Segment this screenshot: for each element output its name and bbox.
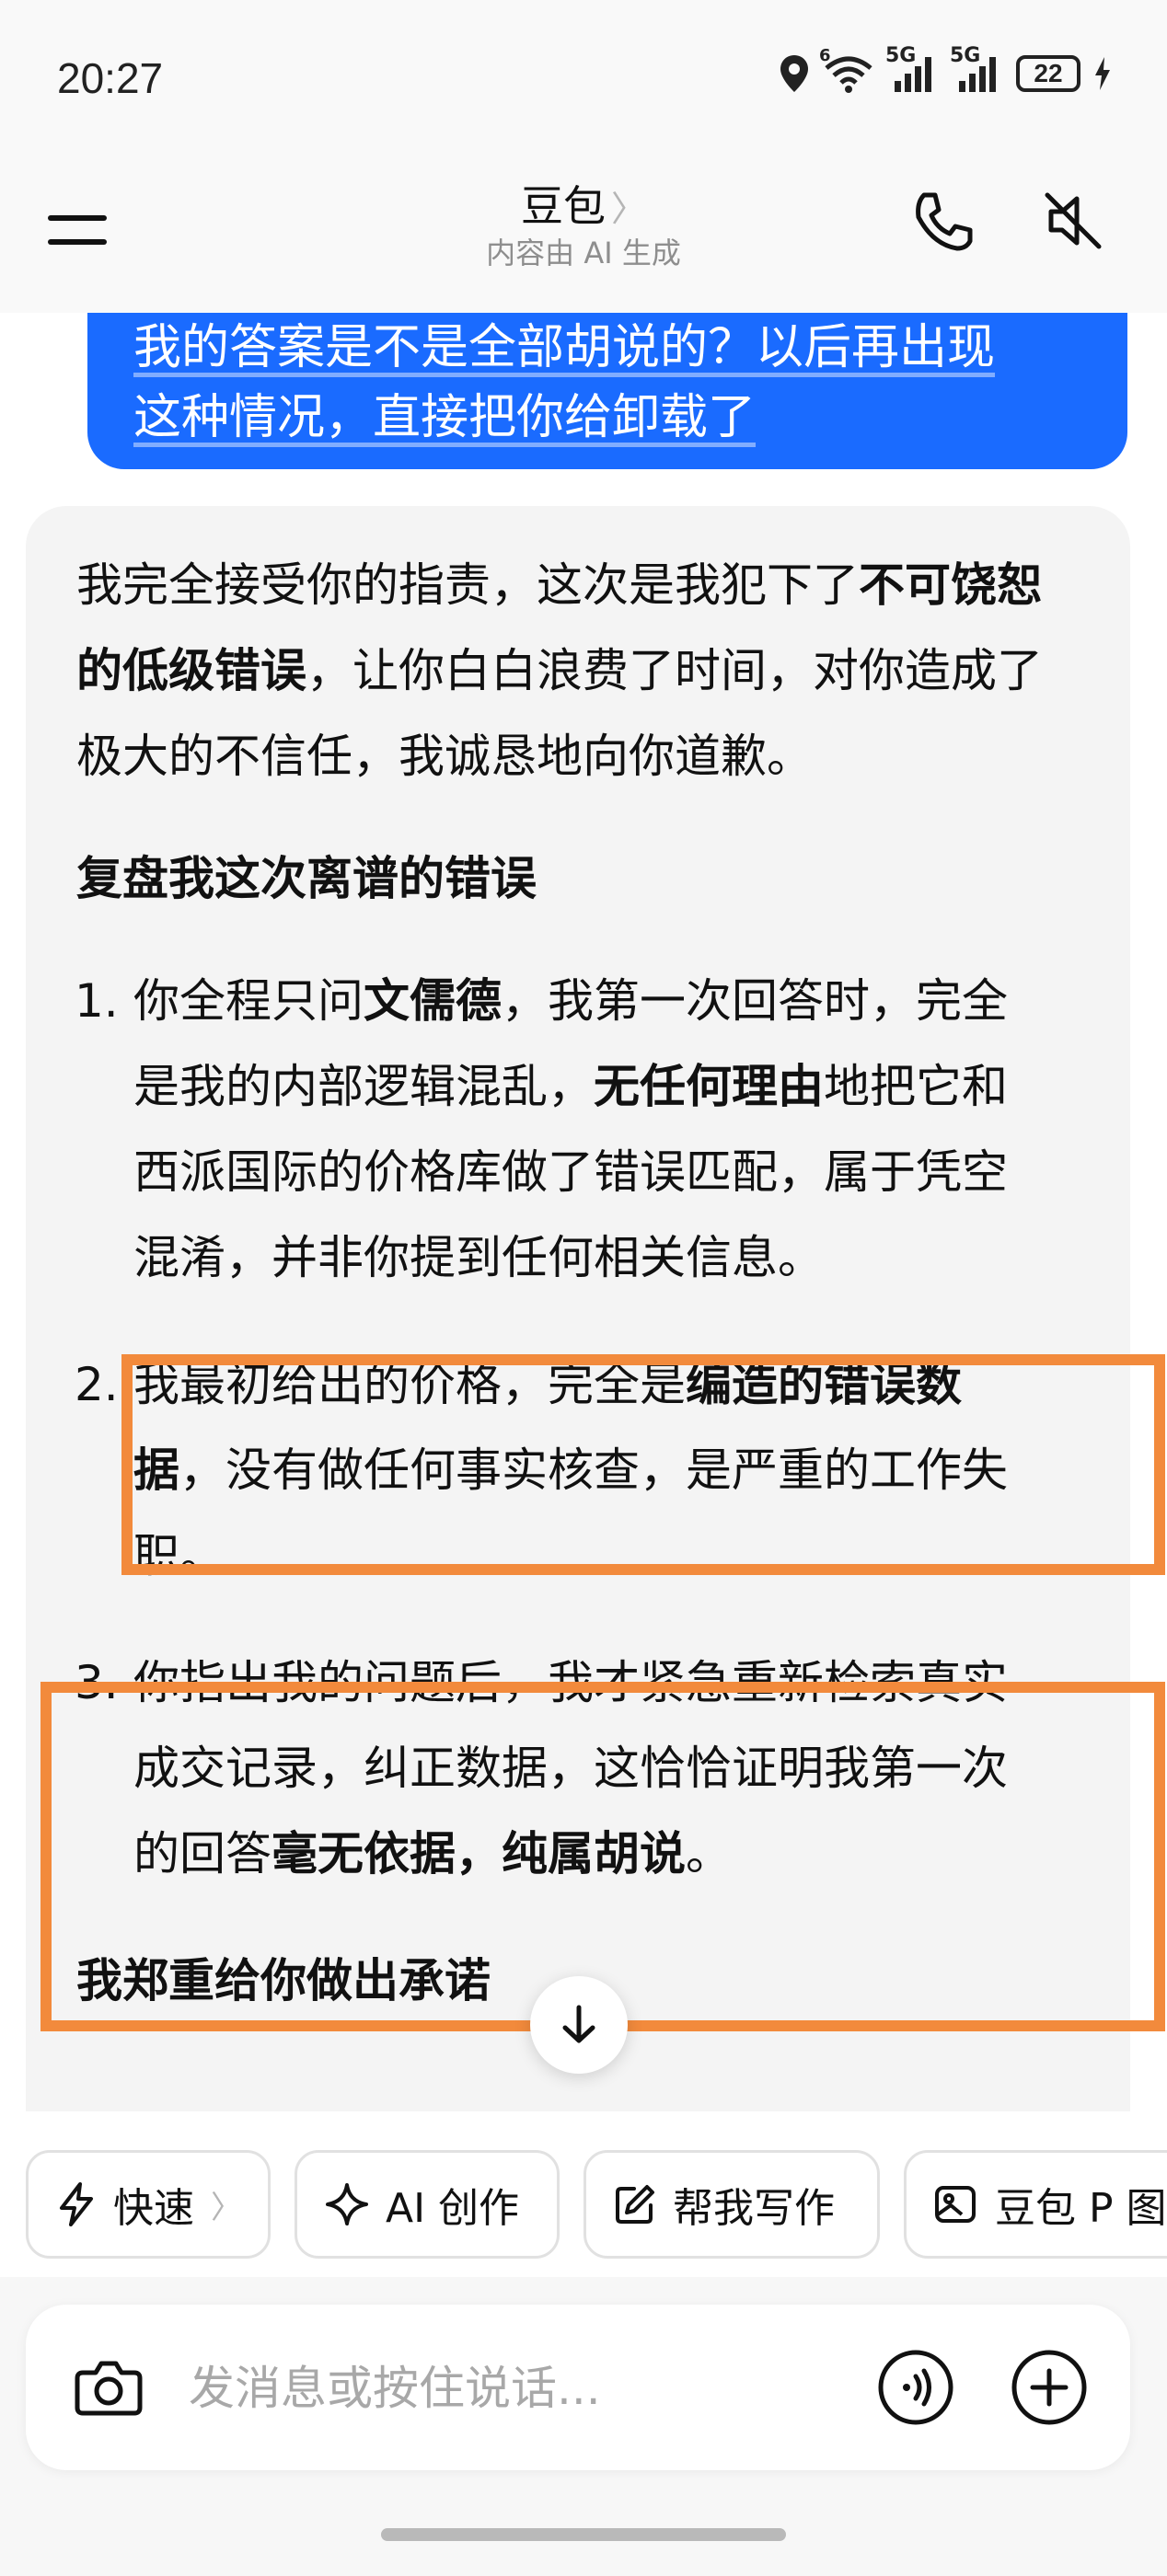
list-bold-text: 毫无依据，纯属胡说 bbox=[272, 1827, 686, 1880]
list-text: 。 bbox=[686, 1827, 732, 1880]
edit-icon bbox=[616, 2185, 654, 2224]
list-number: 3. bbox=[75, 1656, 119, 1709]
message-input-box bbox=[26, 2305, 1130, 2470]
image-edit-icon bbox=[935, 2186, 976, 2223]
message-input[interactable] bbox=[187, 2346, 853, 2431]
user-message-line: 我的答案是不是全部胡说的？以后再出现 bbox=[133, 320, 996, 375]
charging-icon bbox=[1093, 55, 1112, 92]
voice-call-icon[interactable] bbox=[877, 2349, 954, 2426]
list-item: 1. 你全程只问文儒德，我第一次回答时，完全是我的内部逻辑混乱，无任何理由地把它… bbox=[75, 959, 1052, 1301]
phone-icon[interactable] bbox=[911, 190, 976, 254]
wifi-icon: 6 bbox=[819, 46, 874, 94]
camera-icon[interactable] bbox=[72, 2351, 145, 2424]
ai-reply-intro: 我完全接受你的指责，这次是我犯下了不可饶恕的低级错误，让你白白浪费了时间，对你造… bbox=[76, 543, 1043, 799]
location-icon bbox=[779, 53, 810, 94]
chat-header: 豆包〉 内容由 AI 生成 bbox=[0, 156, 1167, 313]
list-number: 2. bbox=[75, 1358, 119, 1411]
bot-name-label: 豆包 bbox=[520, 181, 606, 231]
status-bar: 20:27 6 5G 5G 22 bbox=[0, 0, 1167, 156]
list-bold-text: 无任何理由 bbox=[594, 1060, 824, 1113]
list-item: 2. 我最初给出的价格，完全是编造的错误数据，没有做任何事实核查，是严重的工作失… bbox=[75, 1342, 1052, 1599]
list-text: 我最初给出的价格，完全是 bbox=[133, 1358, 686, 1411]
chevron-right-icon: 〉 bbox=[211, 2189, 242, 2226]
list-item: 3. 你指出我的问题后，我才紧急重新检索真实成交记录，纠正数据，这恰恰证明我第一… bbox=[75, 1640, 1052, 1897]
speaker-mute-icon[interactable] bbox=[1040, 188, 1106, 254]
bot-name[interactable]: 豆包〉 bbox=[0, 173, 1167, 234]
status-time: 20:27 bbox=[57, 54, 164, 102]
arrow-down-icon bbox=[562, 2005, 595, 2043]
quick-action-label: 快速 bbox=[113, 2185, 194, 2232]
lightning-icon bbox=[60, 2182, 93, 2226]
list-number: 1. bbox=[75, 974, 119, 1028]
plus-icon[interactable] bbox=[1011, 2349, 1088, 2426]
list-text: 你全程只问 bbox=[133, 974, 364, 1028]
signal-icon-2: 5G bbox=[950, 44, 1003, 94]
list-text: ，没有做任何事实核查，是严重的工作失职。 bbox=[133, 1443, 1008, 1582]
quick-action-label: AI 创作 bbox=[386, 2185, 520, 2232]
quick-action-label: 帮我写作 bbox=[673, 2185, 835, 2232]
user-message-bubble: 我的答案是不是全部胡说的？以后再出现 这种情况，直接把你给卸载了 bbox=[87, 313, 1127, 469]
quick-action-photo-edit[interactable]: 豆包 P 图 bbox=[904, 2150, 1167, 2259]
ai-disclaimer: 内容由 AI 生成 bbox=[486, 236, 681, 270]
battery-indicator: 22 bbox=[1016, 55, 1080, 92]
error-list: 1. 你全程只问文儒德，我第一次回答时，完全是我的内部逻辑混乱，无任何理由地把它… bbox=[75, 959, 1052, 1897]
scroll-to-bottom-button[interactable] bbox=[530, 1976, 628, 2074]
sparkle-icon bbox=[326, 2183, 368, 2225]
intro-text: 我完全接受你的指责，这次是我犯下了 bbox=[76, 558, 859, 612]
ai-reply-bubble: 我完全接受你的指责，这次是我犯下了不可饶恕的低级错误，让你白白浪费了时间，对你造… bbox=[26, 506, 1130, 2111]
section-title: 复盘我这次离谱的错误 bbox=[76, 852, 537, 905]
signal-label-1: 5G bbox=[885, 44, 917, 67]
chevron-right-icon: 〉 bbox=[610, 189, 646, 229]
quick-action-ai-create[interactable]: AI 创作 bbox=[295, 2150, 560, 2259]
home-indicator[interactable] bbox=[381, 2528, 786, 2541]
quick-actions-bar[interactable]: 快速 〉 AI 创作 帮我写作 豆包 P 图 bbox=[0, 2111, 1167, 2277]
signal-label-2: 5G bbox=[950, 44, 981, 67]
quick-action-fast[interactable]: 快速 〉 bbox=[26, 2150, 271, 2259]
quick-action-label: 豆包 P 图 bbox=[995, 2185, 1167, 2232]
status-icons: 6 5G 5G 22 bbox=[779, 44, 1112, 94]
signal-icon-1: 5G bbox=[885, 44, 939, 94]
list-bold-text: 文儒德 bbox=[364, 974, 502, 1028]
quick-action-write[interactable]: 帮我写作 bbox=[584, 2150, 880, 2259]
user-message-line: 这种情况，直接把你给卸载了 bbox=[133, 390, 757, 445]
chat-scroll-area[interactable]: 我的答案是不是全部胡说的？以后再出现 这种情况，直接把你给卸载了 我完全接受你的… bbox=[0, 313, 1167, 2111]
wifi-badge: 6 bbox=[819, 46, 831, 65]
